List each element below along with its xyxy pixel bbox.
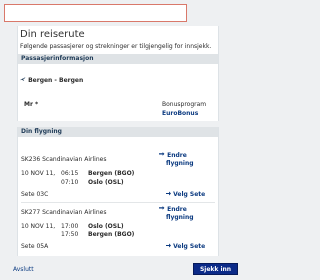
choose-seat-label: Velg Sete	[173, 243, 206, 250]
flights-panel: Din flygning SK236 Scandinavian Airlines…	[17, 127, 219, 256]
top-input-box[interactable]	[4, 4, 187, 22]
change-flight-label-1: Endre	[167, 206, 187, 213]
arrival-airport: Bergen (BGO)	[88, 231, 135, 238]
change-flight-link[interactable]: Endre	[159, 152, 187, 159]
flight-section-label: Din flygning	[21, 128, 62, 135]
seat-label: Sete 03C	[21, 191, 49, 198]
flight-date: 10 NOV 11,	[21, 223, 56, 230]
itinerary-title: Din reiserute	[20, 29, 85, 40]
itinerary-panel: Din reiserute Følgende passasjerer og st…	[17, 26, 219, 121]
flight-date: 10 NOV 11,	[21, 170, 56, 177]
departure-airport: Oslo (OSL)	[88, 223, 124, 230]
choose-seat-link[interactable]: Velg Sete	[166, 243, 205, 250]
bonus-program-label: Bonusprogram	[162, 101, 207, 108]
route-row: Bergen - Bergen	[20, 76, 83, 84]
choose-seat-label: Velg Sete	[173, 191, 206, 198]
flight-number: SK277 Scandinavian Airlines	[21, 209, 107, 216]
change-flight-label-1: Endre	[167, 152, 187, 159]
arrows-icon	[159, 152, 165, 159]
plane-icon	[20, 76, 26, 84]
passenger-label: Mr *	[24, 101, 39, 108]
departure-time: 06:15	[61, 170, 79, 177]
route-label: Bergen - Bergen	[28, 77, 84, 84]
itinerary-subtitle: Følgende passasjerer og strekninger er t…	[20, 43, 212, 50]
flight-section-bar: Din flygning	[18, 127, 218, 137]
choose-seat-link[interactable]: Velg Sete	[166, 191, 205, 198]
cancel-link[interactable]: Avslutt	[13, 266, 34, 273]
flight-separator	[21, 202, 215, 203]
seat-arrow-icon	[166, 243, 171, 250]
arrival-airport: Oslo (OSL)	[88, 179, 124, 186]
change-flight-link[interactable]: Endre	[159, 206, 187, 213]
passenger-info-bar: Passasjerinformasjon	[18, 54, 218, 64]
flight-number: SK236 Scandinavian Airlines	[21, 156, 107, 163]
change-flight-label-2[interactable]: flygning	[166, 214, 194, 221]
seat-arrow-icon	[166, 191, 171, 198]
departure-airport: Bergen (BGO)	[88, 170, 135, 177]
bonus-program-value: EuroBonus	[162, 110, 199, 117]
departure-time: 17:00	[61, 223, 79, 230]
arrows-icon	[159, 206, 165, 213]
arrival-time: 17:50	[61, 231, 79, 238]
change-flight-label-2[interactable]: flygning	[166, 160, 194, 167]
passenger-info-label: Passasjerinformasjon	[21, 55, 94, 62]
seat-label: Sete 05A	[21, 243, 49, 250]
checkin-button[interactable]: Sjekk inn	[193, 263, 238, 275]
arrival-time: 07:10	[61, 179, 79, 186]
